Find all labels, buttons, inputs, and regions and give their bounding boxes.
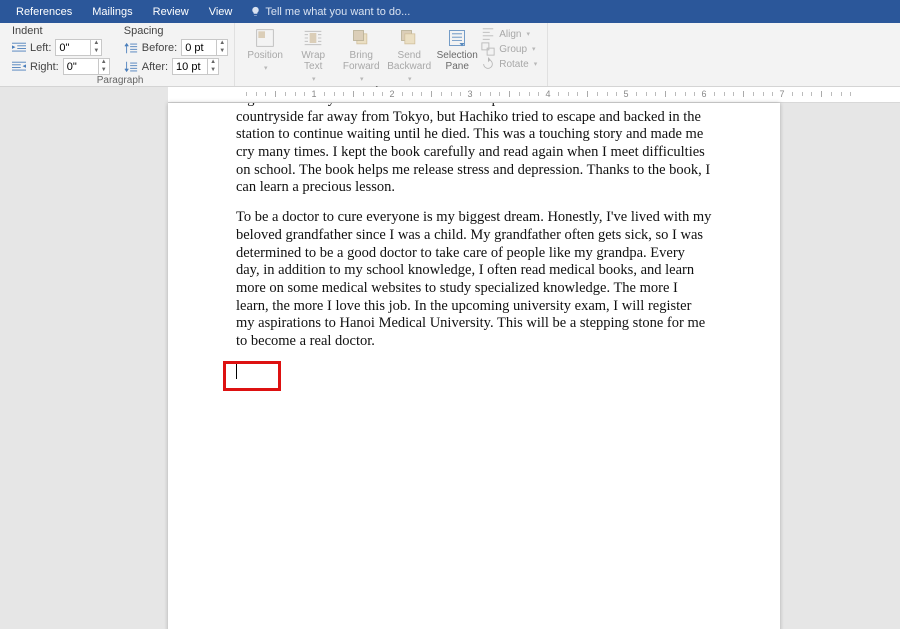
align-label: Align	[499, 29, 521, 40]
indent-right-value[interactable]	[64, 61, 98, 73]
bring-forward-label: Bring Forward	[343, 50, 380, 72]
ruler-label: 7	[779, 89, 784, 99]
align-icon	[481, 27, 495, 41]
indent-right-icon	[12, 60, 26, 74]
wrap-text-button[interactable]: Wrap Text▾	[289, 25, 337, 85]
spacing-heading: Spacing	[124, 25, 228, 37]
spacing-before-input[interactable]: ▲▼	[181, 39, 228, 56]
indent-left-value[interactable]	[56, 42, 90, 54]
spacing-after-label: After:	[142, 61, 168, 73]
spacing-before-value[interactable]	[182, 42, 216, 54]
send-backward-button[interactable]: Send Backward▾	[385, 25, 433, 85]
tab-view[interactable]: View	[199, 0, 243, 23]
ribbon-tabs: References Mailings Review View Tell me …	[0, 0, 900, 23]
wrap-text-icon	[303, 28, 323, 48]
paragraph-group: Indent Left: ▲▼ Right: ▲▼	[6, 23, 235, 86]
position-icon	[255, 28, 275, 48]
tab-mailings[interactable]: Mailings	[82, 0, 142, 23]
send-backward-label: Send Backward	[387, 50, 431, 72]
group-icon	[481, 42, 495, 56]
align-button[interactable]: Align▾	[481, 27, 537, 41]
selection-pane-label: Selection Pane	[437, 50, 478, 72]
lightbulb-icon	[250, 6, 261, 17]
selection-pane-button[interactable]: Selection Pane	[433, 25, 481, 72]
tab-review[interactable]: Review	[143, 0, 199, 23]
spacing-before-icon	[124, 41, 138, 55]
arrange-small-commands: Align▾ Group▾ Rotate▾	[481, 25, 541, 71]
ruler-label: 5	[623, 89, 628, 99]
ruler-label: 1	[311, 89, 316, 99]
paragraph-1[interactable]: regardless of any kind of weather. Once …	[236, 103, 712, 197]
indent-right-input[interactable]: ▲▼	[63, 58, 110, 75]
position-label: Position	[247, 50, 283, 61]
selection-pane-icon	[447, 28, 467, 48]
send-backward-icon	[399, 28, 419, 48]
group-label: Group	[499, 44, 527, 55]
rotate-button[interactable]: Rotate▾	[481, 57, 537, 71]
ruler-label: 4	[545, 89, 550, 99]
spacing-after-spinner[interactable]: ▲▼	[207, 59, 218, 74]
empty-paragraph[interactable]	[236, 363, 712, 381]
spacing-before-label: Before:	[142, 42, 177, 54]
indent-left-icon	[12, 41, 26, 55]
text-cursor	[236, 363, 237, 379]
bring-forward-icon	[351, 28, 371, 48]
indent-left-input[interactable]: ▲▼	[55, 39, 102, 56]
rotate-icon	[481, 57, 495, 71]
tab-references[interactable]: References	[6, 0, 82, 23]
tell-me-placeholder: Tell me what you want to do...	[265, 6, 410, 18]
indent-left-label: Left:	[30, 42, 51, 54]
highlight-box	[223, 361, 281, 391]
document-page[interactable]: regardless of any kind of weather. Once …	[168, 103, 780, 629]
ruler-label: 2	[389, 89, 394, 99]
indent-section: Indent Left: ▲▼ Right: ▲▼	[12, 25, 110, 75]
spacing-before-spinner[interactable]: ▲▼	[216, 40, 227, 55]
ruler-label: 3	[467, 89, 472, 99]
position-button[interactable]: Position▾	[241, 25, 289, 74]
indent-right-spinner[interactable]: ▲▼	[98, 59, 109, 74]
indent-right-label: Right:	[30, 61, 59, 73]
ribbon: Indent Left: ▲▼ Right: ▲▼	[0, 23, 900, 87]
arrange-group: Position▾ Wrap Text▾ Bring Forward▾ Send…	[235, 23, 548, 86]
spacing-section: Spacing Before: ▲▼ After: ▲▼	[124, 25, 228, 75]
ruler-label: 6	[701, 89, 706, 99]
indent-heading: Indent	[12, 25, 110, 37]
rotate-label: Rotate	[499, 59, 528, 70]
bring-forward-button[interactable]: Bring Forward▾	[337, 25, 385, 85]
spacing-after-input[interactable]: ▲▼	[172, 58, 219, 75]
indent-left-spinner[interactable]: ▲▼	[90, 40, 101, 55]
document-area: 1 2 3 4 5 6 7 regardless of any kind of weathe…	[0, 87, 900, 629]
horizontal-ruler[interactable]: 1 2 3 4 5 6 7	[168, 87, 900, 103]
spacing-after-value[interactable]	[173, 61, 207, 73]
tell-me-search[interactable]: Tell me what you want to do...	[242, 6, 410, 18]
paragraph-2[interactable]: To be a doctor to cure everyone is my bi…	[236, 209, 712, 351]
wrap-text-label: Wrap Text	[301, 50, 325, 72]
group-button[interactable]: Group▾	[481, 42, 537, 56]
spacing-after-icon	[124, 60, 138, 74]
